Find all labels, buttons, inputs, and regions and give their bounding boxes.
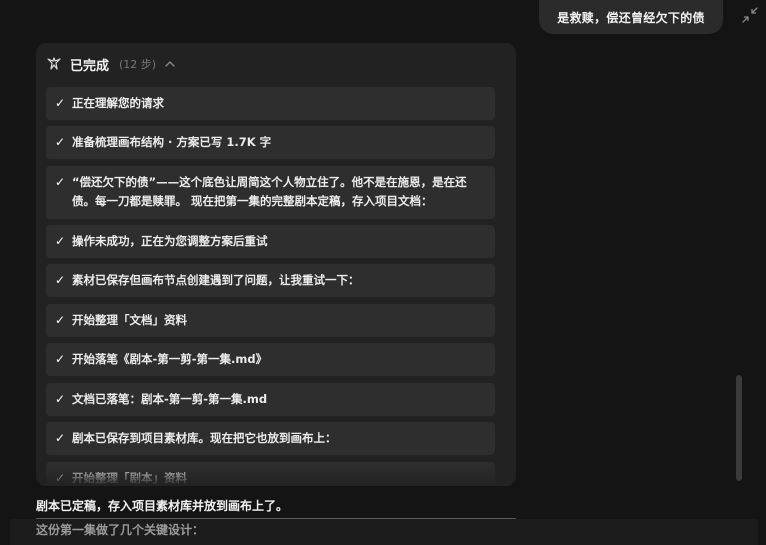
user-message-bubble: 是救赎，偿还曾经欠下的债 bbox=[539, 0, 723, 34]
step-item: ✓ “偿还欠下的债”——这个底色让周简这个人物立住了。他不是在施恩，是在还债。每… bbox=[46, 166, 495, 219]
checkmark-icon: ✓ bbox=[55, 96, 66, 110]
design-notes-heading: 这份第一集做了几个关键设计： bbox=[36, 523, 205, 537]
step-label: 开始落笔《剧本-第一剪-第一集.md》 bbox=[72, 352, 268, 366]
checkmark-icon: ✓ bbox=[55, 313, 66, 327]
step-item: ✓ 开始落笔《剧本-第一剪-第一集.md》 bbox=[46, 343, 495, 376]
collapse-arrows-icon[interactable] bbox=[741, 6, 759, 24]
step-label: 素材已保存但画布节点创建遇到了问题，让我重试一下： bbox=[72, 273, 360, 287]
checkmark-icon: ✓ bbox=[55, 431, 66, 445]
step-label: “偿还欠下的债”——这个底色让周简这个人物立住了。他不是在施恩，是在还债。每一刀… bbox=[72, 175, 467, 208]
checkmark-icon: ✓ bbox=[55, 352, 66, 366]
step-item: ✓ 素材已保存但画布节点创建遇到了问题，让我重试一下： bbox=[46, 264, 495, 297]
checkmark-icon: ✓ bbox=[55, 471, 66, 485]
steps-count: (12 步) bbox=[119, 58, 157, 71]
step-item: ✓ 正在理解您的请求 bbox=[46, 87, 495, 120]
checkmark-icon: ✓ bbox=[55, 175, 66, 189]
chevron-up-icon[interactable] bbox=[164, 58, 176, 70]
scrollbar-thumb[interactable] bbox=[736, 375, 742, 481]
step-label: 开始整理「文档」资料 bbox=[72, 313, 187, 327]
step-item: ✓ 文档已落笔：剧本-第一剪-第一集.md bbox=[46, 383, 495, 416]
step-label: 文档已落笔：剧本-第一剪-第一集.md bbox=[72, 392, 268, 406]
step-item: ✓ 准备梳理画布结构 · 方案已写 1.7K 字 bbox=[46, 126, 495, 159]
result-message: 剧本已定稿，存入项目素材库并放到画布上了。 bbox=[36, 499, 289, 513]
card-header-toggle[interactable]: 已完成 (12 步) bbox=[46, 53, 176, 75]
card-title: 已完成 bbox=[70, 58, 110, 74]
task-progress-card: 已完成 (12 步) ✓ 正在理解您的请求 ✓ 准备梳理画布结构 · 方案已写 … bbox=[36, 43, 516, 486]
step-item: ✓ 开始整理「文档」资料 bbox=[46, 304, 495, 337]
checkmark-icon: ✓ bbox=[55, 392, 66, 406]
checkmark-icon: ✓ bbox=[55, 234, 66, 248]
step-label: 开始整理「剧本」资料 bbox=[72, 471, 187, 485]
step-item: ✓ 开始整理「剧本」资料 bbox=[46, 462, 495, 486]
step-label: 操作未成功，正在为您调整方案后重试 bbox=[72, 234, 268, 248]
step-label: 正在理解您的请求 bbox=[72, 96, 164, 110]
checkmark-icon: ✓ bbox=[55, 273, 66, 287]
checkmark-icon: ✓ bbox=[55, 135, 66, 149]
step-item: ✓ 操作未成功，正在为您调整方案后重试 bbox=[46, 225, 495, 258]
step-label: 准备梳理画布结构 · 方案已写 1.7K 字 bbox=[72, 135, 272, 149]
step-item: ✓ 剧本已保存到项目素材库。现在把它也放到画布上： bbox=[46, 422, 495, 455]
user-message-text: 是救赎，偿还曾经欠下的债 bbox=[557, 10, 705, 25]
sparkle-agent-icon bbox=[47, 57, 61, 70]
step-label: 剧本已保存到项目素材库。现在把它也放到画布上： bbox=[72, 431, 337, 445]
